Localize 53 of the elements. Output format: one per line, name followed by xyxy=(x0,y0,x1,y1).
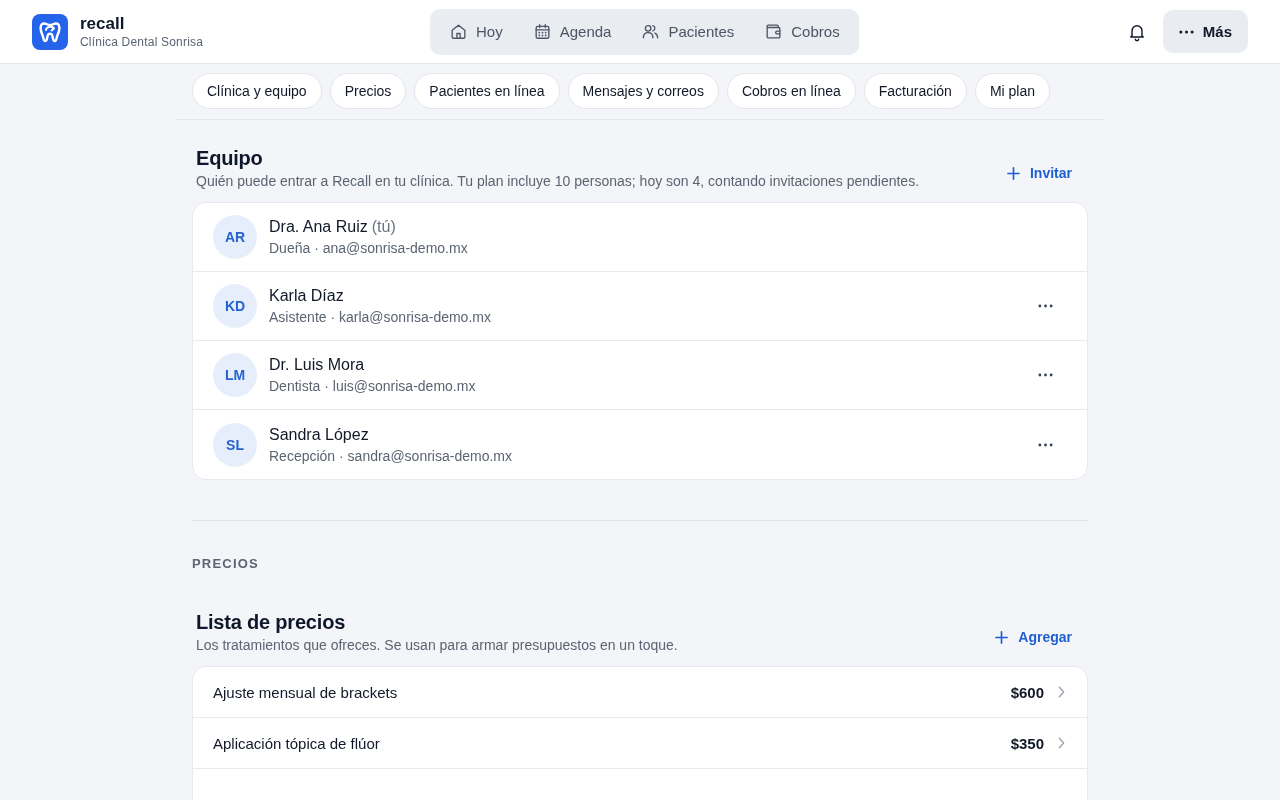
clinic-name: Clínica Dental Sonrisa xyxy=(80,33,204,50)
member-role-email: Dentista · luis@sonrisa-demo.mx xyxy=(269,377,477,396)
treatment-name: Ajuste mensual de brackets xyxy=(213,683,399,701)
section-title: Equipo xyxy=(196,146,264,171)
section-description: Quién puede entrar a Recall en tu clínica. Tu plan incluye 10 personas; hoy son 4, contando invitaciones pendientes. xyxy=(196,172,920,191)
treatment-name: Aplicación tópica de flúor xyxy=(213,734,381,752)
invite-button[interactable]: Invitar xyxy=(991,157,1088,189)
member-name: Dra. Ana Ruiz xyxy=(269,217,368,237)
nav-tab[interactable]: Cobros xyxy=(749,12,855,51)
avatar-initials: KD xyxy=(213,284,257,328)
ellipsis-icon xyxy=(1037,304,1053,308)
section-link[interactable]: Mi plan xyxy=(974,73,1051,109)
section-link[interactable]: Facturación xyxy=(863,73,967,109)
avatar-initials: AR xyxy=(213,215,257,259)
app-name: recall xyxy=(80,13,126,34)
member-role-email: Asistente · karla@sonrisa-demo.mx xyxy=(269,308,492,327)
nav-tab[interactable]: Hoy xyxy=(434,12,518,51)
avatar-initials: SL xyxy=(213,422,257,467)
ellipsis-icon xyxy=(1037,442,1053,447)
ellipsis-icon xyxy=(1178,29,1194,34)
price-list-item[interactable]: Ajuste mensual de brackets $600 xyxy=(193,667,1087,718)
more-button[interactable]: Más xyxy=(1162,10,1248,53)
price-list-item[interactable]: Aplicación tópica de flúor $350 xyxy=(193,718,1087,769)
member-name: Dr. Luis Mora xyxy=(269,355,365,375)
section-description: Los tratamientos que ofreces. Se usan para armar presupuestos en un toque. xyxy=(196,636,678,655)
section-link[interactable]: Mensajes y correos xyxy=(567,73,719,109)
treatment-price: $350 xyxy=(1010,734,1044,752)
add-button[interactable]: Agregar xyxy=(979,621,1088,653)
home-icon xyxy=(449,22,468,41)
section-title: Lista de precios xyxy=(196,610,347,635)
tooth-logo-icon xyxy=(32,13,68,50)
avatar-initials: LM xyxy=(213,353,257,397)
wallet-icon xyxy=(764,22,784,41)
section-link[interactable]: Cobros en línea xyxy=(726,73,856,109)
calendar-icon xyxy=(532,22,552,41)
chevron-right-icon xyxy=(1058,686,1065,698)
you-label: (tú) xyxy=(371,217,396,237)
chevron-right-icon xyxy=(1058,737,1065,749)
plus-icon xyxy=(995,630,1009,644)
section-link[interactable]: Precios xyxy=(329,73,407,109)
ellipsis-icon xyxy=(1037,373,1053,377)
member-name: Sandra López xyxy=(269,424,369,445)
treatment-price: $600 xyxy=(1010,683,1044,701)
users-icon xyxy=(641,22,661,41)
group-label: PRECIOS xyxy=(192,556,260,571)
section-link[interactable]: Clínica y equipo xyxy=(192,73,322,109)
nav-tab[interactable]: Pacientes xyxy=(626,12,750,51)
section-link[interactable]: Pacientes en línea xyxy=(414,73,560,109)
plus-icon xyxy=(1007,166,1020,180)
member-role-email: Dueña · ana@sonrisa-demo.mx xyxy=(269,239,469,258)
nav-tab[interactable]: Agenda xyxy=(517,12,627,51)
member-name: Karla Díaz xyxy=(269,286,344,306)
member-role-email: Recepción · sandra@sonrisa-demo.mx xyxy=(269,446,513,466)
